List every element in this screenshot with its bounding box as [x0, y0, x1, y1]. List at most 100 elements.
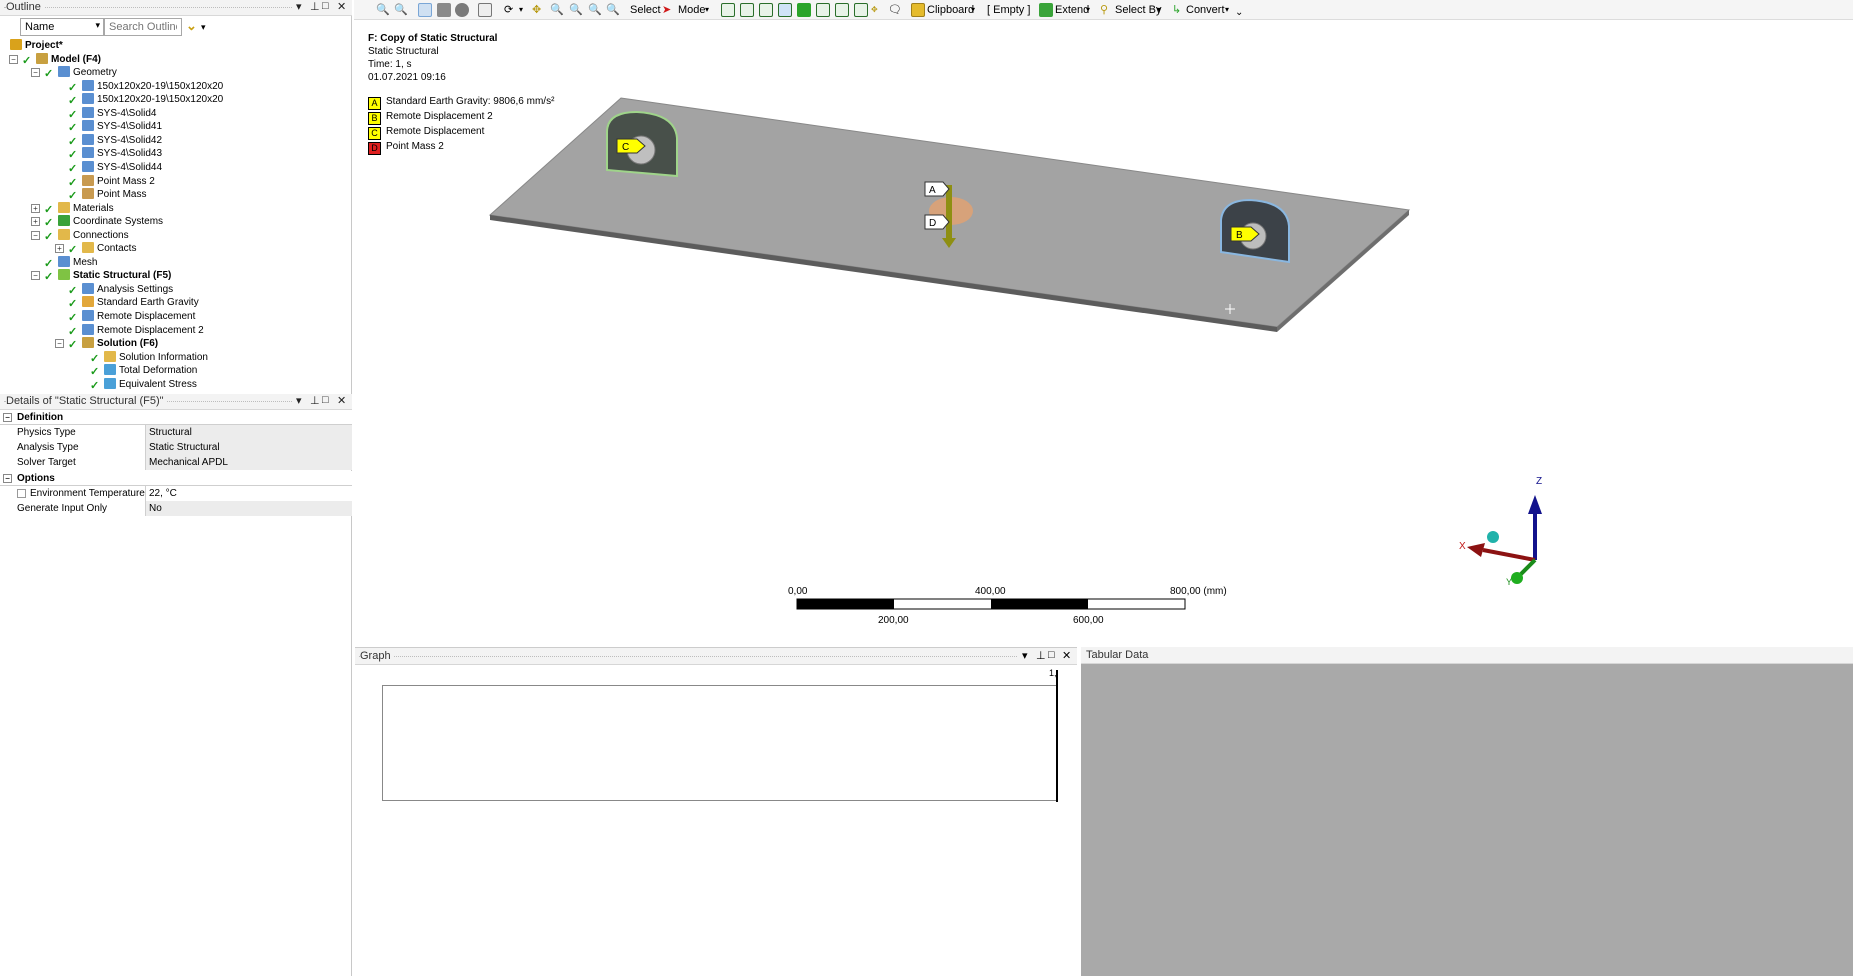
outline-search-input[interactable]: [104, 18, 182, 36]
toolbar-overflow-icon[interactable]: ⌄: [1235, 5, 1243, 21]
outline-pin-icon[interactable]: ⊥: [310, 0, 320, 13]
collapse-icon[interactable]: −: [9, 54, 18, 64]
property-value[interactable]: 22, °C: [146, 486, 352, 501]
select-by-button[interactable]: Select By: [1115, 2, 1161, 18]
outline-node[interactable]: ✓ SYS-4\Solid41: [68, 120, 162, 134]
select-by-dropdown-icon[interactable]: ▾: [1157, 2, 1161, 18]
details-row-environment-temperature[interactable]: Environment Temperature 22, °C: [14, 486, 352, 501]
collapse-icon[interactable]: −: [3, 413, 12, 422]
extend-button[interactable]: Extend: [1055, 2, 1089, 18]
outline-node[interactable]: ✓ Solution (F6): [68, 337, 158, 351]
clipboard-icon[interactable]: [911, 3, 925, 17]
select-face-icon[interactable]: [759, 3, 773, 17]
outline-node[interactable]: ✓ SYS-4\Solid44: [68, 160, 162, 175]
wireframe-view-icon[interactable]: [437, 3, 451, 17]
outline-node[interactable]: ✓ Static Structural (F5): [44, 269, 171, 283]
graph-dropdown-icon[interactable]: ▾: [1022, 649, 1028, 662]
outline-close-icon[interactable]: ✕: [337, 0, 346, 13]
select-body-icon[interactable]: [778, 3, 792, 17]
hit-point-icon[interactable]: 🗨: [888, 2, 902, 18]
shaded-view-icon[interactable]: [418, 3, 432, 17]
outline-node[interactable]: ✓ 150x120x20-19\150x120x20: [68, 79, 223, 94]
mode-dropdown-icon[interactable]: ▾: [705, 2, 709, 18]
details-row-solver-target[interactable]: Solver Target Mechanical APDL: [14, 455, 352, 470]
graphics-viewport[interactable]: F: Copy of Static Structural Static Stru…: [355, 20, 1853, 645]
collapse-icon[interactable]: −: [31, 68, 40, 78]
details-row-generate-input-only[interactable]: Generate Input Only No: [14, 501, 352, 516]
select-element-icon[interactable]: [835, 3, 849, 17]
graph-maximize-icon[interactable]: □: [1048, 649, 1055, 661]
section-view-icon[interactable]: [455, 3, 469, 17]
outline-node[interactable]: ✓ SYS-4\Solid4: [68, 106, 156, 121]
extend-icon[interactable]: [1039, 3, 1053, 17]
outline-node[interactable]: ✓ Standard Earth Gravity: [68, 296, 199, 310]
details-section-options[interactable]: − Options: [0, 471, 352, 486]
collapse-icon[interactable]: −: [31, 230, 40, 240]
property-value[interactable]: Static Structural: [146, 440, 352, 455]
convert-button[interactable]: Convert: [1186, 2, 1225, 18]
property-value[interactable]: Structural: [146, 425, 352, 440]
filter-options-icon[interactable]: ▾: [201, 22, 206, 33]
collapse-icon[interactable]: −: [55, 339, 64, 349]
outline-node[interactable]: ✓ SYS-4\Solid43: [68, 147, 162, 161]
outline-node[interactable]: Project*: [10, 39, 63, 52]
expand-icon[interactable]: +: [55, 244, 64, 254]
outline-node[interactable]: ✓ Mesh: [44, 255, 97, 270]
outline-node[interactable]: ✓ Geometry: [44, 66, 117, 80]
outline-node[interactable]: ✓ Remote Displacement 2: [68, 323, 204, 338]
outline-node[interactable]: ✓ Point Mass: [68, 188, 146, 202]
property-value[interactable]: Mechanical APDL: [146, 455, 352, 470]
parameter-checkbox[interactable]: [17, 489, 26, 498]
outline-filter-name-select[interactable]: Name ▾: [20, 18, 104, 36]
outline-dropdown-icon[interactable]: ▾: [296, 0, 302, 13]
details-row-physics-type[interactable]: Physics Type Structural: [14, 425, 352, 440]
coordinates-icon[interactable]: ✥: [871, 2, 878, 18]
select-button[interactable]: Select: [630, 2, 661, 18]
zoom-out-icon[interactable]: 🔍: [394, 2, 408, 18]
select-node-icon[interactable]: [797, 3, 811, 17]
outline-node[interactable]: ✓ Total Deformation: [90, 364, 197, 378]
graph-pin-icon[interactable]: ⊥: [1036, 649, 1046, 662]
thickness-icon[interactable]: [478, 3, 492, 17]
property-value[interactable]: No: [146, 501, 352, 516]
box-zoom-icon[interactable]: 🔍: [569, 2, 583, 18]
details-section-definition[interactable]: − Definition: [0, 410, 352, 425]
outline-node[interactable]: ✓ Coordinate Systems: [44, 215, 163, 229]
extend-dropdown-icon[interactable]: ▾: [1086, 2, 1090, 18]
outline-node[interactable]: ✓ Equivalent Stress: [90, 377, 197, 392]
outline-node[interactable]: ✓ Connections: [44, 228, 129, 243]
collapse-icon[interactable]: −: [3, 474, 12, 483]
cursor-mode-icon[interactable]: ➤: [662, 2, 671, 18]
graph-close-icon[interactable]: ✕: [1062, 649, 1071, 662]
details-dropdown-icon[interactable]: ▾: [296, 394, 302, 407]
outline-node[interactable]: ✓ Solution Information: [90, 350, 208, 365]
outline-node[interactable]: ✓ SYS-4\Solid42: [68, 133, 162, 148]
filter-chevron-icon[interactable]: ⌄: [186, 18, 197, 34]
mode-button[interactable]: Mode: [678, 2, 706, 18]
outline-node[interactable]: ✓ Model (F4): [22, 52, 101, 67]
select-mesh-icon[interactable]: [854, 3, 868, 17]
select-element-face-icon[interactable]: [816, 3, 830, 17]
outline-node[interactable]: ✓ Materials: [44, 201, 114, 216]
pan-icon[interactable]: ✥: [532, 2, 541, 18]
select-by-icon[interactable]: ⚲: [1100, 2, 1108, 18]
convert-dropdown-icon[interactable]: ▾: [1225, 2, 1229, 18]
clipboard-empty-label[interactable]: [ Empty ]: [987, 2, 1030, 18]
expand-icon[interactable]: +: [31, 203, 40, 213]
clipboard-button[interactable]: Clipboard: [927, 2, 974, 18]
details-close-icon[interactable]: ✕: [337, 394, 346, 407]
outline-node[interactable]: ✓ Analysis Settings: [68, 282, 173, 297]
collapse-icon[interactable]: −: [31, 271, 40, 281]
outline-node[interactable]: ✓ Point Mass 2: [68, 174, 155, 189]
rotate-icon[interactable]: ⟳: [504, 2, 513, 18]
details-row-analysis-type[interactable]: Analysis Type Static Structural: [14, 440, 352, 455]
rotate-dropdown-icon[interactable]: ▾: [519, 2, 523, 18]
magnifier-icon[interactable]: 🔍: [606, 2, 620, 18]
zoom-to-fit-icon[interactable]: 🔍: [588, 2, 602, 18]
expand-icon[interactable]: +: [31, 217, 40, 227]
select-vertex-icon[interactable]: [721, 3, 735, 17]
zoom-in-icon[interactable]: 🔍: [376, 2, 390, 18]
details-pin-icon[interactable]: ⊥: [310, 394, 320, 407]
zoom-icon[interactable]: 🔍: [550, 2, 564, 18]
model-view[interactable]: C B A D: [355, 20, 1853, 645]
